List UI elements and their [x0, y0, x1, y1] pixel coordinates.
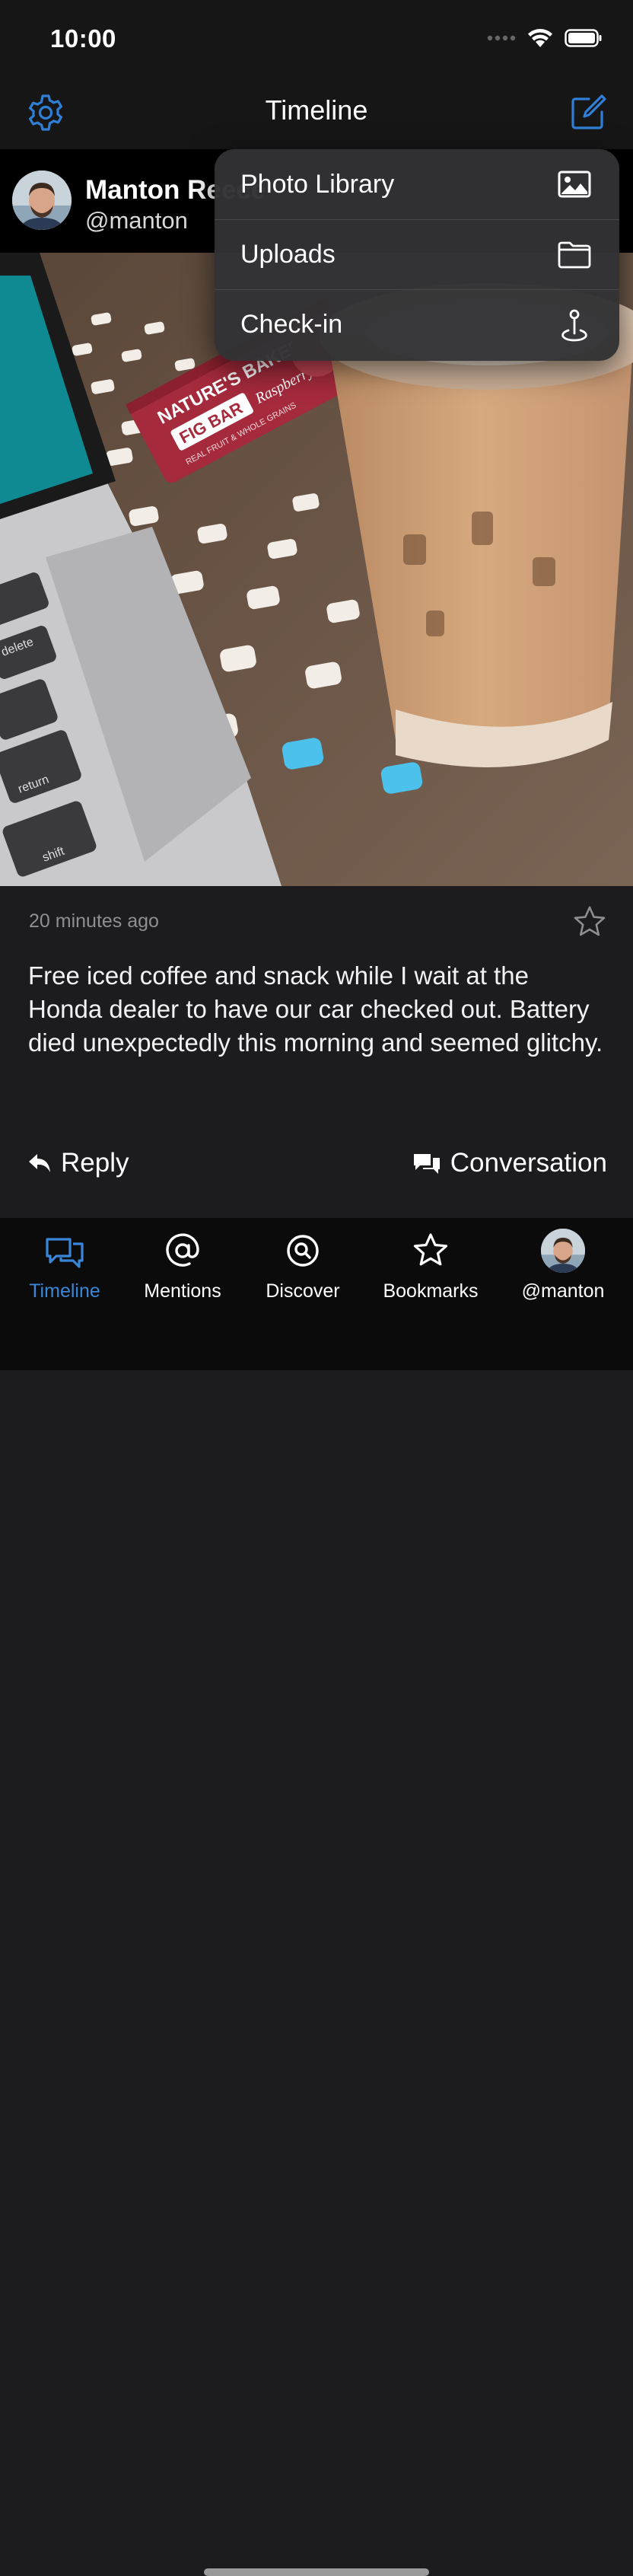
menu-item-check-in[interactable]: Check-in	[215, 289, 619, 359]
tab-bar: Timeline Mentions Discover Bookmarks @ma…	[0, 1218, 633, 2576]
status-bar: 10:00	[0, 0, 633, 76]
avatar	[541, 1229, 585, 1273]
home-indicator[interactable]	[204, 2568, 429, 2576]
author-handle[interactable]: @manton	[85, 207, 188, 234]
tab-mentions[interactable]: Mentions	[137, 1229, 228, 1302]
reply-label: Reply	[61, 1148, 129, 1178]
tab-label: Discover	[266, 1280, 340, 1302]
wifi-icon	[528, 29, 552, 47]
status-time: 10:00	[50, 24, 116, 53]
menu-item-photo-library[interactable]: Photo Library	[215, 149, 619, 219]
avatar[interactable]	[12, 171, 72, 230]
discover-icon	[287, 1235, 319, 1267]
status-icons	[487, 27, 603, 49]
menu-item-label: Check-in	[240, 310, 343, 339]
tab-bookmarks[interactable]: Bookmarks	[377, 1229, 484, 1302]
cellular-icon	[487, 35, 516, 41]
chat-bubbles-icon	[46, 1238, 84, 1268]
menu-item-label: Uploads	[240, 240, 336, 269]
post-body: 20 minutes ago Free iced coffee and snac…	[0, 886, 633, 1218]
page-title: Timeline	[265, 94, 368, 126]
reply-arrow-icon	[29, 1154, 50, 1172]
tab-discover[interactable]: Discover	[259, 1229, 347, 1302]
folder-icon	[558, 241, 591, 268]
photo-icon	[558, 171, 591, 198]
conversation-button[interactable]: Conversation	[412, 1148, 607, 1178]
menu-item-label: Photo Library	[240, 169, 395, 199]
reply-button[interactable]: Reply	[27, 1148, 129, 1178]
tab-profile[interactable]: @manton	[517, 1229, 609, 1302]
tab-label: Timeline	[29, 1280, 100, 1302]
tab-label: @manton	[521, 1280, 605, 1302]
location-pin-icon	[561, 309, 587, 341]
post-text: Free iced coffee and snack while I wait …	[28, 961, 603, 1057]
nav-bar: Timeline	[0, 76, 633, 150]
avatar-photo	[12, 171, 72, 230]
battery-icon	[565, 29, 602, 47]
bookmark-star-icon[interactable]	[572, 904, 607, 939]
tab-timeline[interactable]: Timeline	[26, 1229, 103, 1302]
post-timestamp: 20 minutes ago	[29, 910, 159, 932]
tab-label: Bookmarks	[383, 1280, 479, 1302]
conversation-label: Conversation	[450, 1148, 607, 1178]
compose-icon[interactable]	[568, 93, 607, 132]
conversation-bubbles-icon	[413, 1154, 440, 1174]
menu-item-uploads[interactable]: Uploads	[215, 219, 619, 289]
star-icon	[413, 1233, 448, 1266]
new-post-menu: Photo Library Uploads Check-in	[215, 149, 619, 361]
tab-label: Mentions	[144, 1280, 221, 1302]
at-icon	[166, 1233, 199, 1267]
